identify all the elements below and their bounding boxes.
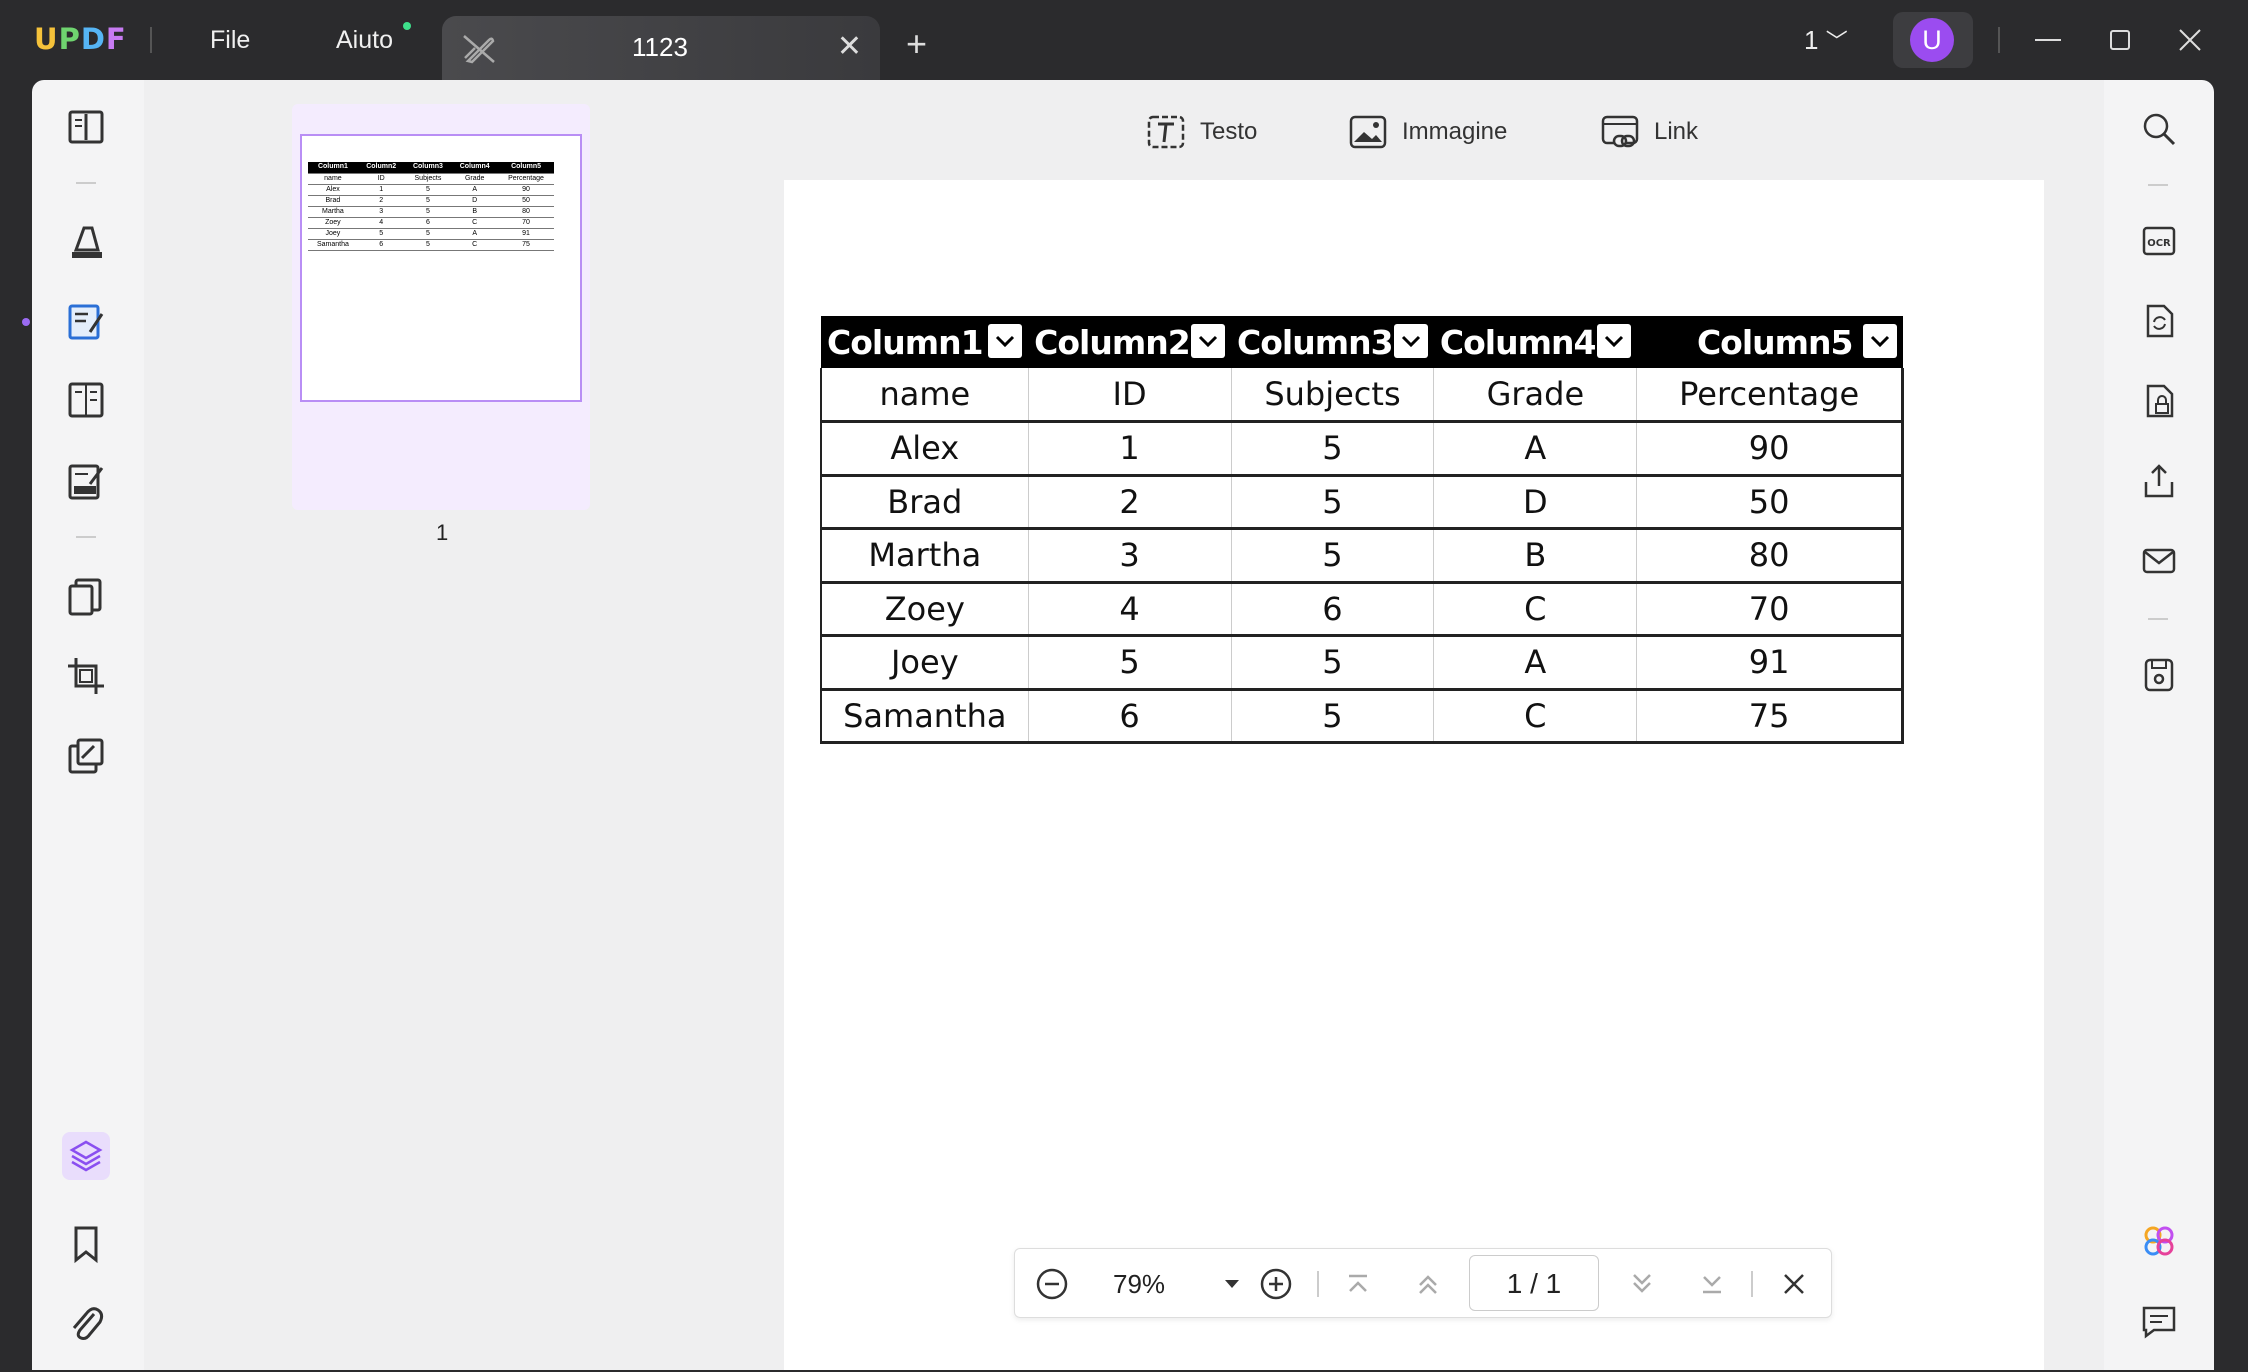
share-icon[interactable] [2140,462,2178,500]
column-header: Column1 [821,316,1029,368]
close-window-icon[interactable] [2172,22,2208,58]
comments-icon[interactable] [2140,1302,2178,1340]
menu-file[interactable]: File [210,26,250,55]
divider [1751,1271,1753,1297]
tab-close-icon[interactable]: ✕ [837,32,862,62]
table-header-row: Column1 Column2 Column3 Column4 Column5 [821,316,1903,368]
notification-dot [403,22,411,30]
right-tool-rail: OCR [2104,80,2214,1370]
zoom-dropdown-icon[interactable] [1215,1267,1249,1301]
svg-text:OCR: OCR [2147,238,2171,249]
watermark-icon[interactable] [64,734,108,778]
pdf-page: Column1 Column2 Column3 Column4 Column5 … [784,180,2044,1370]
zoom-navigation-bar: 79% 1 / 1 [1014,1248,1832,1318]
table-row: Zoey 4 6 C 70 [819,582,1904,637]
bookmark-icon[interactable] [64,1222,108,1266]
next-page-icon[interactable] [1625,1267,1659,1301]
thumbnail-page-number: 1 [436,520,449,545]
previous-page-icon[interactable] [1411,1267,1445,1301]
divider [1317,1271,1319,1297]
zoom-level[interactable]: 79% [1113,1269,1165,1300]
thumbnail-panel: Column1 Column2 Column3 Column4 Column5 name… [144,80,744,1370]
layers-button[interactable] [62,1132,110,1180]
account-button[interactable]: U [1893,12,1973,68]
convert-icon[interactable] [2140,302,2178,340]
last-page-icon[interactable] [1695,1267,1729,1301]
zoom-out-icon[interactable] [1035,1267,1069,1301]
layers-icon [69,1140,103,1172]
organize-pages-icon[interactable] [64,378,108,422]
crop-icon[interactable] [64,654,108,698]
reader-icon[interactable] [64,106,108,150]
search-icon[interactable] [2140,110,2178,148]
table-row: Martha 3 5 B 80 [819,528,1904,584]
table-row: Samantha 6 5 C 75 [819,689,1904,744]
divider [1998,27,2000,53]
edit-pdf-icon[interactable] [64,300,108,344]
chevron-down-icon[interactable] [988,324,1023,358]
window-count[interactable]: 1 ﹀ [1804,24,1848,56]
protect-icon[interactable] [2140,382,2178,420]
add-link-button[interactable]: Link [1600,110,1698,154]
table-row: name ID Subjects Grade Percentage [819,368,1904,423]
new-tab-icon[interactable]: + [906,26,927,62]
minimize-icon[interactable] [2030,22,2066,58]
updf-logo: UPDF [34,22,127,56]
add-text-button[interactable]: Testo [1146,110,1257,154]
first-page-icon[interactable] [1341,1267,1375,1301]
divider [76,536,96,538]
edit-off-icon [463,35,495,64]
tab-title: 1123 [632,32,688,62]
table-row: Brad 2 5 D 50 [819,475,1904,530]
text-box-icon [1147,115,1185,149]
ai-assistant-icon[interactable] [2140,1222,2178,1260]
maximize-icon[interactable] [2102,22,2138,58]
divider [2148,618,2168,620]
page-thumbnail[interactable]: Column1 Column2 Column3 Column4 Column5 name… [292,104,590,510]
chevron-down-icon[interactable] [1393,324,1428,358]
chevron-down-icon[interactable] [1862,324,1897,358]
add-image-button[interactable]: Immagine [1348,110,1507,154]
divider [2148,184,2168,186]
left-tool-rail [22,80,144,1370]
thumbnail-table: Column1 Column2 Column3 Column4 Column5 name… [308,162,554,251]
avatar: U [1910,18,1954,62]
fill-sign-icon[interactable] [64,460,108,504]
divider [76,182,96,184]
updf-window: UPDF File Aiuto 1123 ✕ + 1 ﹀ U Column1 C… [0,0,2248,1372]
column-header: Column4 [1433,316,1637,368]
column-header: Column5 [1636,316,1903,368]
email-icon[interactable] [2140,542,2178,580]
title-bar: UPDF File Aiuto 1123 ✕ + 1 ﹀ U [0,0,2248,80]
document-tab[interactable]: 1123 ✕ [442,16,880,80]
page-tools-icon[interactable] [64,574,108,618]
data-table: Column1 Column2 Column3 Column4 Column5 … [819,316,1904,744]
attachment-icon[interactable] [64,1302,108,1346]
chevron-down-icon: ﹀ [1825,29,1848,54]
table-row: Alex 1 5 A 90 [819,421,1904,477]
save-icon[interactable] [2140,656,2178,694]
document-area: Testo Immagine Link Column1 Column2 Colu… [744,80,2104,1370]
ocr-icon[interactable]: OCR [2140,222,2178,260]
page-number-input[interactable]: 1 / 1 [1469,1255,1599,1311]
thumbnail-page: Column1 Column2 Column3 Column4 Column5 name… [300,134,582,402]
menu-help[interactable]: Aiuto [336,26,393,55]
chevron-down-icon[interactable] [1596,324,1631,358]
active-indicator [22,318,30,326]
close-icon[interactable] [1777,1267,1811,1301]
divider [150,27,152,53]
image-icon [1349,115,1387,149]
zoom-in-icon[interactable] [1259,1267,1293,1301]
table-row: Joey 5 5 A 91 [819,635,1904,691]
link-icon [1601,115,1639,148]
column-header: Column3 [1231,316,1434,368]
chevron-down-icon[interactable] [1191,324,1226,358]
comment-highlighter-icon[interactable] [64,220,108,264]
column-header: Column2 [1028,316,1232,368]
